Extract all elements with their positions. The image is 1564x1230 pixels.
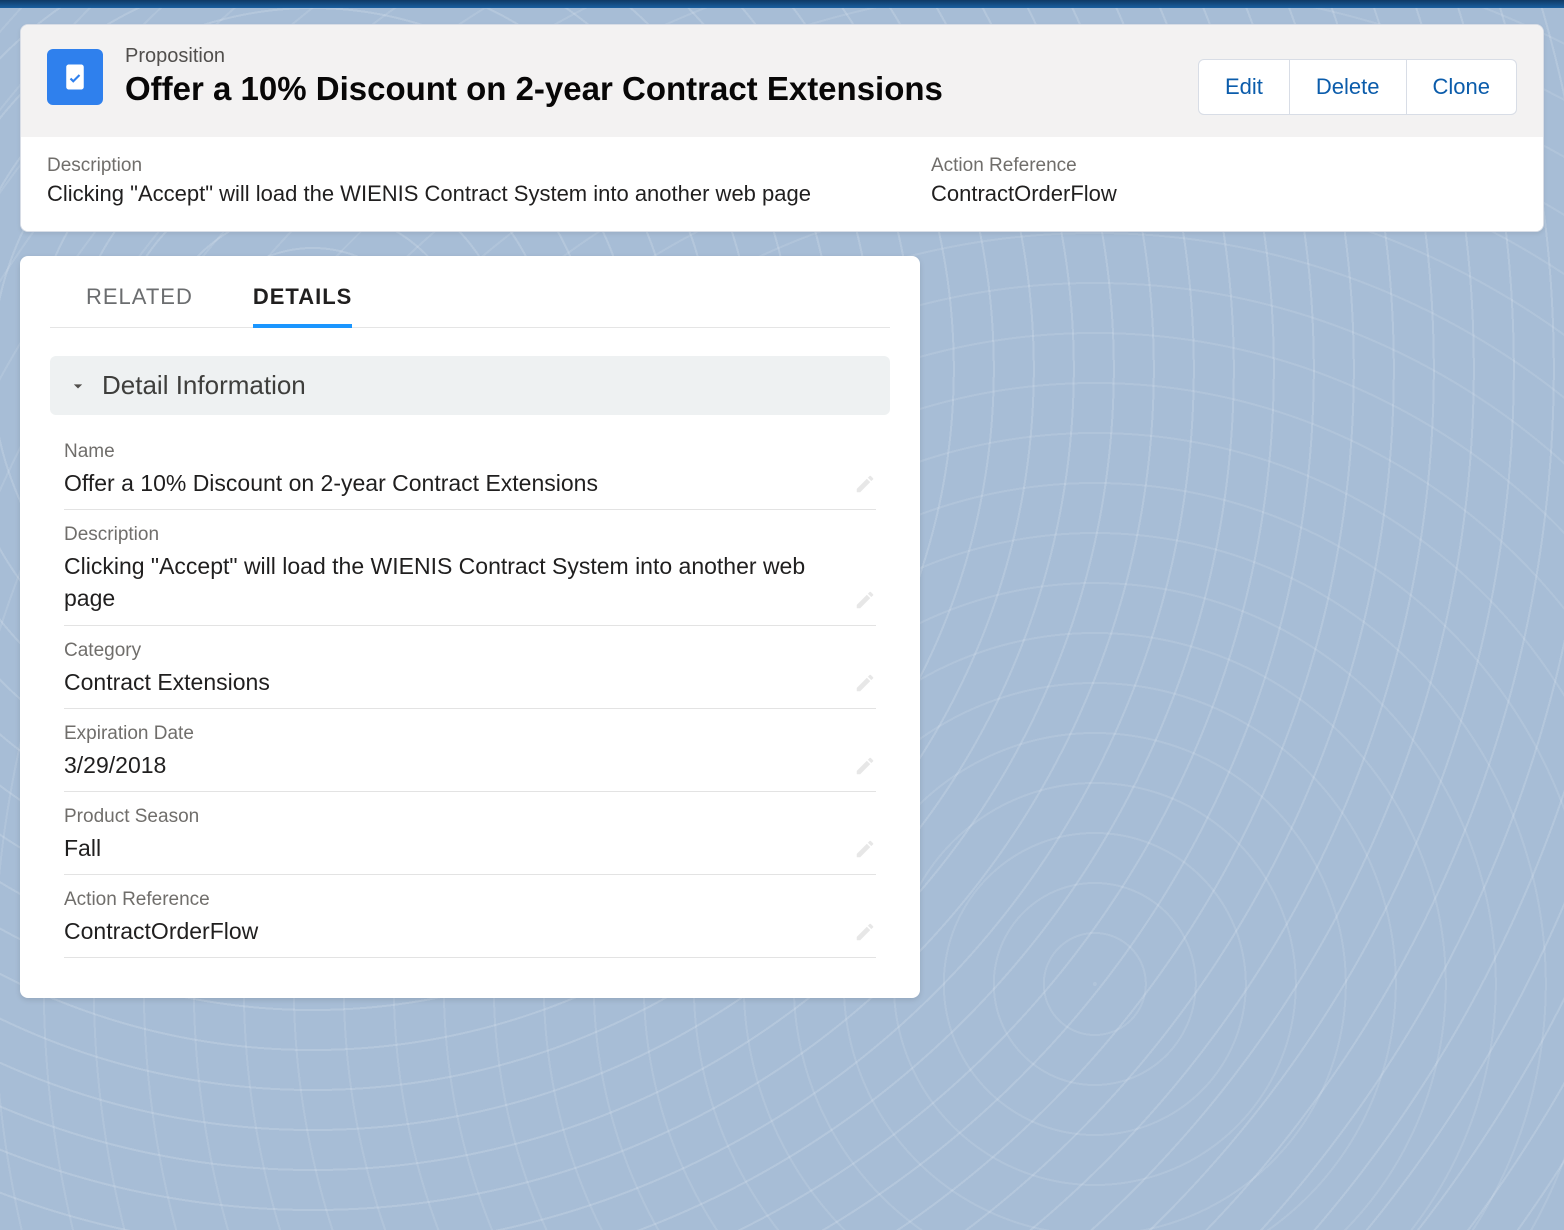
record-header-titles: Proposition Offer a 10% Discount on 2-ye… [125,45,1176,109]
pencil-icon[interactable] [854,589,876,611]
field-category-value: Contract Extensions [64,666,876,698]
fields-list: Name Offer a 10% Discount on 2-year Cont… [64,427,876,958]
summary-description-label: Description [47,155,811,177]
tab-details[interactable]: DETAILS [253,284,352,328]
summary-action-reference-label: Action Reference [931,155,1117,177]
section-toggle-detail-information[interactable]: Detail Information [50,356,890,415]
object-label: Proposition [125,45,1176,68]
field-product-season-value: Fall [64,832,876,864]
record-header-summary: Description Clicking "Accept" will load … [21,137,1543,231]
field-description-label: Description [64,524,876,546]
field-expiration-date: Expiration Date 3/29/2018 [64,709,876,792]
summary-description: Description Clicking "Accept" will load … [47,155,811,207]
pencil-icon[interactable] [854,672,876,694]
summary-action-reference: Action Reference ContractOrderFlow [931,155,1117,207]
field-name: Name Offer a 10% Discount on 2-year Cont… [64,427,876,510]
field-description-value: Clicking "Accept" will load the WIENIS C… [64,550,876,614]
field-product-season-label: Product Season [64,806,876,828]
field-category: Category Contract Extensions [64,626,876,709]
field-action-reference-label: Action Reference [64,889,876,911]
field-expiration-date-label: Expiration Date [64,723,876,745]
field-action-reference: Action Reference ContractOrderFlow [64,875,876,958]
delete-button[interactable]: Delete [1290,59,1407,115]
tabs-row: RELATED DETAILS [50,256,890,328]
page-wrapper: Proposition Offer a 10% Discount on 2-ye… [0,8,1564,1018]
field-expiration-date-value: 3/29/2018 [64,749,876,781]
action-button-group: Edit Delete Clone [1198,59,1517,115]
pencil-icon[interactable] [854,921,876,943]
field-name-label: Name [64,441,876,463]
section-title: Detail Information [102,370,306,401]
field-action-reference-value: ContractOrderFlow [64,915,876,947]
edit-button[interactable]: Edit [1198,59,1290,115]
tab-related[interactable]: RELATED [86,284,193,327]
field-product-season: Product Season Fall [64,792,876,875]
clone-button[interactable]: Clone [1407,59,1517,115]
record-header-card: Proposition Offer a 10% Discount on 2-ye… [20,24,1544,232]
record-header-top: Proposition Offer a 10% Discount on 2-ye… [21,25,1543,137]
field-description: Description Clicking "Accept" will load … [64,510,876,625]
summary-action-reference-value: ContractOrderFlow [931,181,1117,207]
summary-description-value: Clicking "Accept" will load the WIENIS C… [47,181,811,207]
chevron-down-icon [68,376,88,396]
detail-panel: RELATED DETAILS Detail Information Name … [20,256,920,998]
field-name-value: Offer a 10% Discount on 2-year Contract … [64,467,876,499]
field-category-label: Category [64,640,876,662]
pencil-icon[interactable] [854,473,876,495]
record-title: Offer a 10% Discount on 2-year Contract … [125,68,1176,109]
pencil-icon[interactable] [854,755,876,777]
app-topbar [0,0,1564,8]
pencil-icon[interactable] [854,838,876,860]
proposition-icon [47,49,103,105]
